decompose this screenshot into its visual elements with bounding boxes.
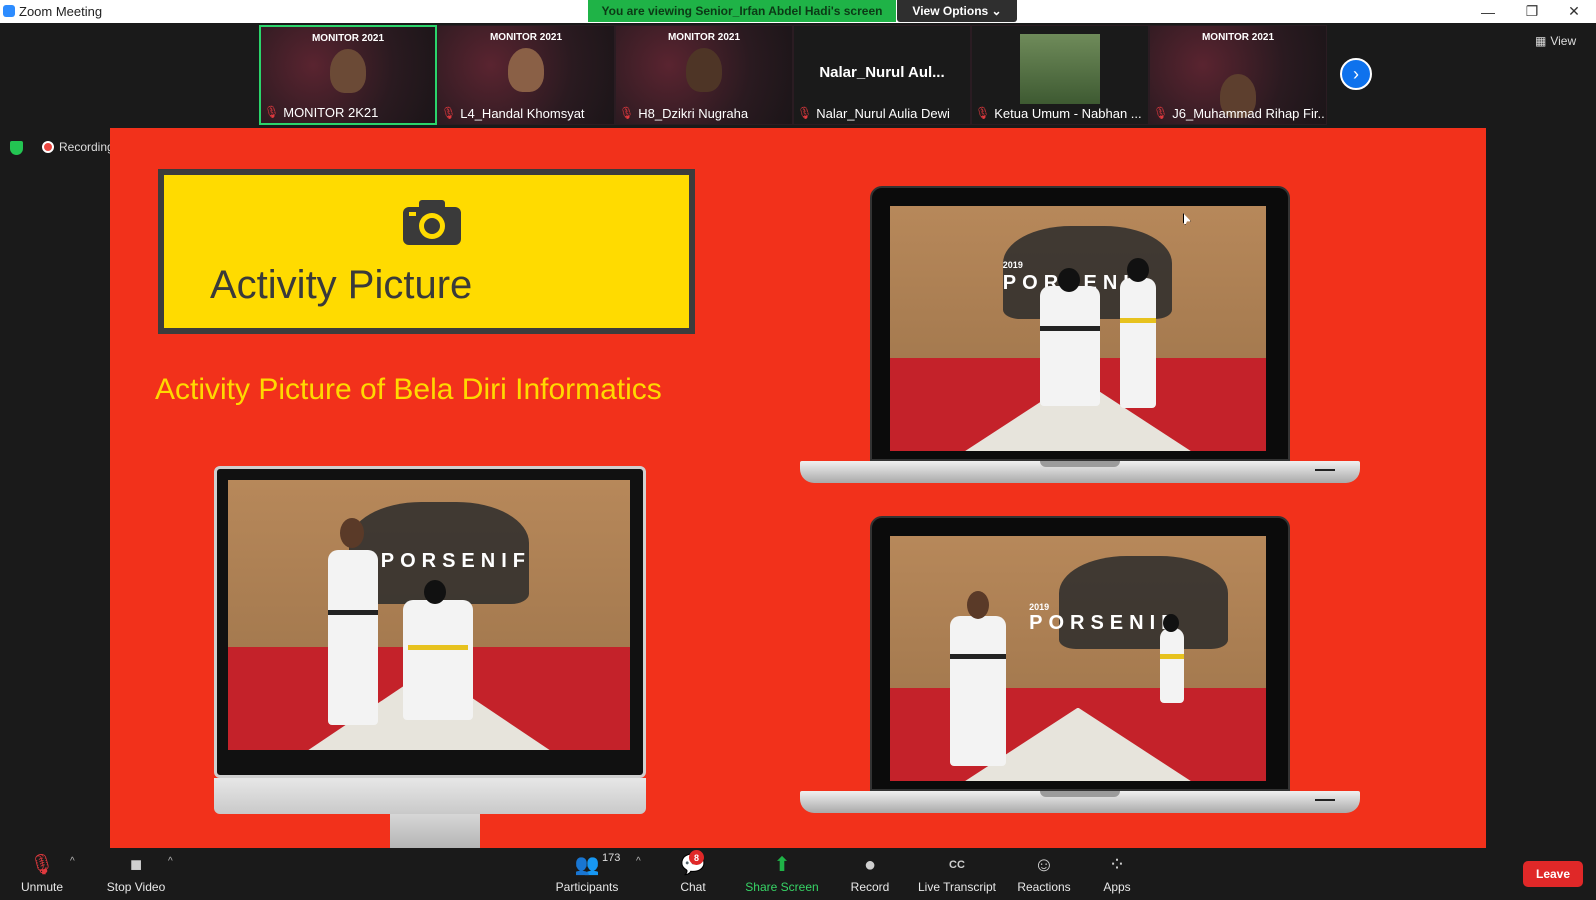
tile-overlay-text: MONITOR 2021 xyxy=(1201,32,1275,43)
participants-options-caret[interactable]: ^ xyxy=(636,856,641,867)
leave-button[interactable]: Leave xyxy=(1523,861,1583,887)
camera-icon xyxy=(403,200,461,245)
reactions-button[interactable]: ☺ Reactions xyxy=(1014,848,1074,900)
apps-grid-icon: ⁘ xyxy=(1108,854,1126,876)
stop-video-button[interactable]: ■ Stop Video xyxy=(101,848,171,900)
viewing-screen-banner: You are viewing Senior_Irfan Abdel Hadi'… xyxy=(588,0,896,22)
video-tile[interactable]: Nalar_Nurul Aul... 🎙 Nalar_Nurul Aulia De… xyxy=(793,25,971,125)
participant-name: H8_Dzikri Nugraha xyxy=(638,105,749,121)
video-tile[interactable]: MONITOR 2021 🎙 H8_Dzikri Nugraha xyxy=(615,25,793,125)
tile-overlay-text: MONITOR 2021 xyxy=(311,33,385,44)
apps-button[interactable]: ⁘ Apps xyxy=(1097,848,1137,900)
zoom-app-icon xyxy=(3,5,15,17)
participant-name: MONITOR 2K21 xyxy=(283,104,379,120)
participant-face xyxy=(508,48,544,92)
mic-muted-icon: 🎙 xyxy=(797,106,813,120)
activity-photo: PORSENIF 2019 xyxy=(890,206,1266,451)
slide-title-box: Activity Picture xyxy=(158,169,695,334)
video-camera-icon: ■ xyxy=(129,854,143,876)
record-button[interactable]: ● Record xyxy=(845,848,895,900)
mic-muted-icon: 🎙 xyxy=(441,106,457,120)
video-tile[interactable]: MONITOR 2021 🎙 MONITOR 2K21 xyxy=(259,25,437,125)
chat-unread-badge: 8 xyxy=(689,850,704,865)
meeting-toolbar: 🎙 Unmute ^ ■ Stop Video ^ 👥 Participants… xyxy=(0,848,1596,900)
participant-name: Nalar_Nurul Aulia Dewi xyxy=(816,105,950,121)
audio-options-caret[interactable]: ^ xyxy=(70,856,75,867)
restore-button[interactable]: ❐ xyxy=(1510,0,1554,23)
share-screen-button[interactable]: ⬆ Share Screen xyxy=(742,848,822,900)
slide-title: Activity Picture xyxy=(210,263,473,307)
close-button[interactable]: ✕ xyxy=(1552,0,1596,23)
record-dot-icon xyxy=(42,141,54,153)
view-button[interactable]: ▦ View xyxy=(1535,34,1576,48)
participant-name: J6_Muhammad Rihap Fir... xyxy=(1172,105,1324,121)
tile-overlay-text: MONITOR 2021 xyxy=(489,32,563,43)
imac-mockup: PORSENIF xyxy=(214,466,646,848)
record-icon: ● xyxy=(863,854,877,876)
tile-overlay-text: MONITOR 2021 xyxy=(667,32,741,43)
live-transcript-button[interactable]: CC Live Transcript xyxy=(912,848,1002,900)
video-tile[interactable]: MONITOR 2021 🎙 L4_Handal Khomsyat xyxy=(437,25,615,125)
video-tile[interactable]: MONITOR 2021 🎙 J6_Muhammad Rihap Fir... xyxy=(1149,25,1327,125)
mic-muted-icon: 🎙 xyxy=(975,106,991,120)
video-options-caret[interactable]: ^ xyxy=(168,856,173,867)
video-gallery-strip: MONITOR 2021 🎙 MONITOR 2K21 MONITOR 2021 … xyxy=(259,25,1327,125)
share-screen-icon: ⬆ xyxy=(773,854,791,876)
closed-caption-icon: CC xyxy=(949,859,965,871)
mic-muted-icon: 🎙 xyxy=(619,106,635,120)
minimize-button[interactable]: — xyxy=(1466,0,1510,23)
mic-muted-icon: 🎙 xyxy=(1153,106,1169,120)
video-tile[interactable]: 🎙 Ketua Umum - Nabhan ... xyxy=(971,25,1149,125)
participant-face xyxy=(686,48,722,92)
next-page-button[interactable]: › xyxy=(1340,58,1372,90)
participant-name-placeholder: Nalar_Nurul Aul... xyxy=(819,64,945,81)
recording-indicator[interactable]: Recording xyxy=(42,140,114,154)
participant-name: Ketua Umum - Nabhan ... xyxy=(994,105,1142,121)
microphone-muted-icon: 🎙 xyxy=(29,854,55,876)
activity-photo: PORSENIF 2019 xyxy=(890,536,1266,781)
mic-muted-icon: 🎙 xyxy=(264,105,280,119)
chat-button[interactable]: 💬 Chat 8 xyxy=(668,848,718,900)
reaction-smiley-icon: ☺ xyxy=(1033,854,1055,876)
participant-name: L4_Handal Khomsyat xyxy=(460,105,585,121)
shared-screen-slide: Activity Picture Activity Picture of Bel… xyxy=(110,128,1486,848)
laptop-mockup: PORSENIF 2019 xyxy=(800,516,1360,818)
participants-icon: 👥 xyxy=(574,854,600,876)
participant-count: 173 xyxy=(602,852,621,864)
activity-photo: PORSENIF xyxy=(228,480,630,750)
laptop-mockup: PORSENIF 2019 xyxy=(800,186,1360,488)
view-options-button[interactable]: View Options ⌄ xyxy=(897,0,1017,22)
slide-subtitle: Activity Picture of Bela Diri Informatic… xyxy=(155,373,662,406)
unmute-button[interactable]: 🎙 Unmute xyxy=(14,848,70,900)
window-title: Zoom Meeting xyxy=(19,4,103,19)
participant-face xyxy=(330,49,366,93)
grid-icon: ▦ xyxy=(1535,34,1547,48)
security-shield-icon[interactable] xyxy=(10,141,23,155)
